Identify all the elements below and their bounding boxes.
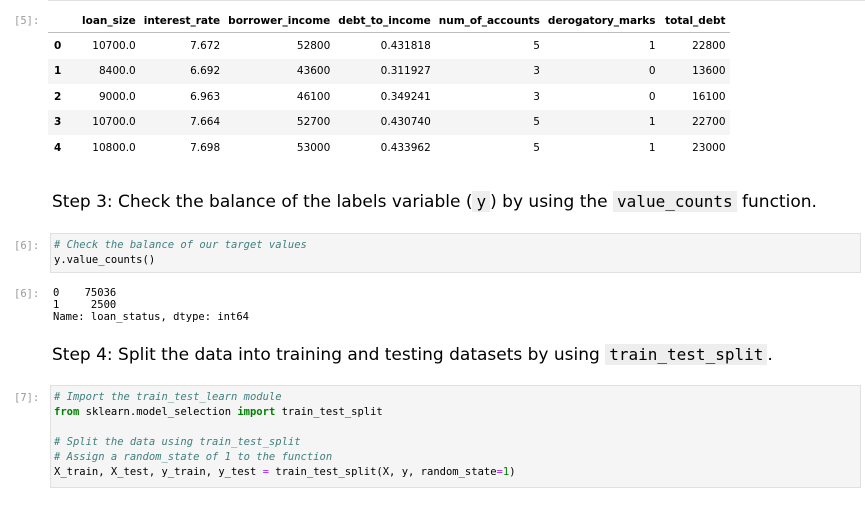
code-line: y.value_counts(): [54, 254, 156, 266]
table-cell: 10800.0: [92, 141, 136, 154]
identifier: train_test_split: [275, 406, 383, 418]
row-index: 3: [48, 109, 78, 135]
step4-heading: Step 4: Split the data into training and…: [52, 344, 773, 365]
cell6-output: 0 75036 1 2500 Name: loan_status, dtype:…: [53, 287, 249, 323]
row-index: 1: [48, 58, 78, 84]
table-cell: 7.664: [139, 109, 225, 135]
column-header: derogatory_marks: [543, 10, 660, 33]
cell6-out-prompt: [6]:: [14, 288, 40, 300]
table-cell: 0.430740: [334, 109, 435, 135]
inline-code: value_counts: [613, 191, 737, 212]
row-index: 4: [54, 141, 62, 154]
table-cell: 22800: [692, 39, 726, 52]
keyword: from: [54, 406, 80, 418]
column-header: num_of_accounts: [434, 10, 544, 33]
module: sklearn.model_selection: [79, 406, 238, 418]
table-cell: 1: [543, 109, 660, 135]
table-cell: 3: [533, 90, 540, 103]
code-comment: # Assign a random_state of 1 to the func…: [54, 451, 333, 463]
table-cell: 23000: [692, 141, 726, 154]
table-row: 4 10800.0 7.698 53000 0.433962 5 1 23000: [48, 135, 730, 161]
table-cell: 7.698: [190, 141, 221, 154]
inline-code: y: [472, 191, 491, 212]
output-line: 0 75036: [53, 287, 117, 299]
heading-text: .: [767, 345, 773, 365]
cell6-prompt: [6]:: [14, 240, 40, 252]
table-row: 3 10700.0 7.664 52700 0.430740 5 1 22700: [48, 109, 730, 135]
table-cell: 10700.0: [78, 109, 140, 135]
cell5-prompt: [5]:: [14, 15, 40, 27]
table-cell: 5: [533, 141, 540, 154]
table-cell: 10700.0: [92, 39, 136, 52]
table-cell: 52700: [224, 109, 335, 135]
column-header: loan_size: [78, 10, 140, 33]
row-index: 0: [54, 39, 62, 52]
step3-heading: Step 3: Check the balance of the labels …: [52, 191, 817, 212]
code-text: ): [509, 466, 516, 478]
heading-text: ) by using the: [490, 192, 614, 212]
keyword: import: [237, 406, 276, 418]
cell7-code-input[interactable]: # Import the train_test_learn module fro…: [50, 385, 861, 488]
code-line: X_train, X_test, y_train, y_test = train…: [54, 465, 857, 480]
table-cell: 53000: [296, 141, 331, 154]
table-cell: 0: [648, 90, 656, 103]
code-comment: # Check the balance of our target values: [54, 239, 307, 251]
table-cell: 0.311927: [334, 58, 435, 84]
column-header: interest_rate: [139, 10, 225, 33]
table-cell: 6.963: [190, 90, 221, 103]
table-cell: 9000.0: [98, 90, 136, 103]
cell6-code-input[interactable]: # Check the balance of our target values…: [50, 233, 861, 273]
table-cell: 1: [648, 141, 656, 154]
output-line: Name: loan_status, dtype: int64: [53, 311, 249, 323]
table-cell: 46100: [296, 90, 331, 103]
table-cell: 0.433962: [380, 141, 431, 154]
table-cell: 13600: [659, 58, 730, 84]
heading-text: Step 3: Check the balance of the labels …: [52, 192, 473, 212]
code-line: from sklearn.model_selection import trai…: [54, 405, 857, 420]
table-cell: 0.431818: [380, 39, 431, 52]
table-cell: 0.349241: [380, 90, 431, 103]
table-cell: 6.692: [139, 58, 225, 84]
table-cell: 5: [434, 109, 544, 135]
code-text: train_test_split(X, y, random_state: [268, 466, 497, 478]
dataframe-table: loan_size interest_rate borrower_income deb…: [48, 10, 730, 161]
table-cell: 1: [648, 39, 656, 52]
row-index: 2: [54, 90, 62, 103]
inline-code: train_test_split: [605, 344, 768, 365]
table-cell: 7.672: [190, 39, 221, 52]
cell7-prompt: [7]:: [14, 392, 40, 404]
table-cell: 3: [434, 58, 544, 84]
column-header: borrower_income: [224, 10, 335, 33]
code-comment: # Import the train_test_learn module: [54, 391, 282, 403]
heading-text: Step 4: Split the data into training and…: [52, 345, 606, 365]
table-cell: 22700: [659, 109, 730, 135]
table-cell: 8400.0: [78, 58, 140, 84]
column-header: [48, 10, 78, 33]
code-text: X_train, X_test, y_train, y_test: [54, 466, 263, 478]
column-header: debt_to_income: [334, 10, 435, 33]
output-line: 1 2500: [53, 299, 117, 311]
code-comment: # Split the data using train_test_split: [54, 436, 301, 448]
table-cell: 16100: [692, 90, 726, 103]
cell-divider: [48, 0, 865, 1]
table-row: 1 8400.0 6.692 43600 0.311927 3 0 13600: [48, 58, 730, 84]
table-row: 0 10700.0 7.672 52800 0.431818 5 1 22800: [48, 33, 730, 59]
table-cell: 43600: [224, 58, 335, 84]
heading-text: function.: [736, 192, 817, 212]
table-cell: 0: [543, 58, 660, 84]
column-header: total_debt: [659, 10, 730, 33]
table-row: 2 9000.0 6.963 46100 0.349241 3 0 16100: [48, 84, 730, 110]
table-cell: 5: [533, 39, 540, 52]
table-cell: 52800: [296, 39, 331, 52]
